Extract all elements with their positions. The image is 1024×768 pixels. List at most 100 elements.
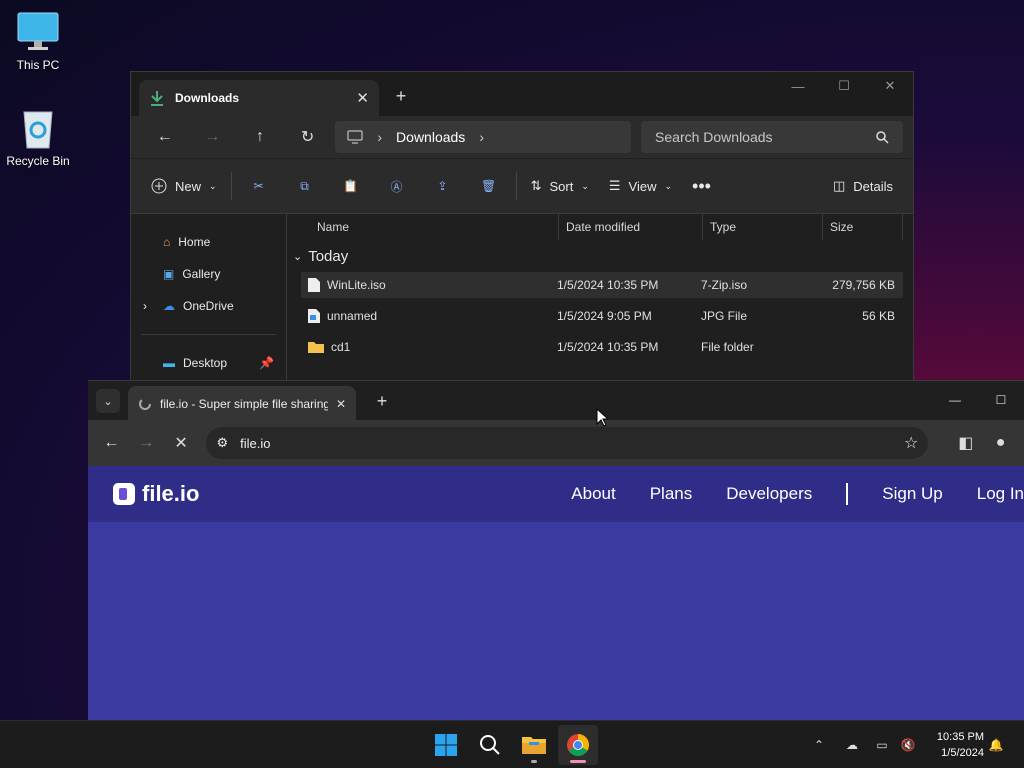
column-type[interactable]: Type bbox=[703, 214, 823, 240]
forward-button[interactable]: → bbox=[129, 425, 164, 461]
sidebar-item-home[interactable]: ⌂ Home bbox=[131, 226, 286, 258]
desktop-icon-recycle-bin[interactable]: Recycle Bin bbox=[0, 106, 76, 168]
file-row[interactable]: cd1 1/5/2024 10:35 PM File folder bbox=[301, 334, 903, 360]
notification-bell-icon[interactable]: 🔔 bbox=[986, 721, 1006, 768]
sidebar-item-desktop[interactable]: ▬ Desktop 📌 bbox=[131, 347, 286, 379]
file-row[interactable]: WinLite.iso 1/5/2024 10:35 PM 7-Zip.iso … bbox=[301, 272, 903, 298]
tab-search-button[interactable]: ⌄ bbox=[96, 389, 120, 413]
nav-link-plans[interactable]: Plans bbox=[650, 484, 693, 504]
chrome-window: ⌄ file.io - Super simple file sharing ✕ … bbox=[88, 380, 1024, 720]
chevron-right-icon[interactable]: › bbox=[479, 129, 484, 145]
view-list-icon: ☰ bbox=[608, 178, 621, 193]
new-label: New bbox=[175, 178, 202, 194]
nav-link-log-in[interactable]: Log In bbox=[977, 484, 1024, 504]
paste-icon[interactable]: 📋 bbox=[328, 170, 374, 202]
chevron-right-icon[interactable]: › bbox=[143, 299, 155, 313]
column-date-modified[interactable]: Date modified bbox=[559, 214, 703, 240]
cut-icon[interactable]: ✂ bbox=[236, 170, 282, 202]
delete-icon[interactable]: 🗑 bbox=[466, 170, 512, 202]
new-button[interactable]: New ⌄ bbox=[141, 170, 227, 202]
column-size[interactable]: Size bbox=[823, 214, 903, 240]
file-size: 56 KB bbox=[862, 309, 895, 323]
file-date: 1/5/2024 9:05 PM bbox=[557, 309, 652, 323]
chevron-down-icon: ⌄ bbox=[293, 250, 303, 263]
details-button[interactable]: ◫ Details bbox=[823, 170, 903, 202]
taskbar-chrome[interactable] bbox=[558, 725, 598, 765]
view-button[interactable]: ☰ View ⌄ bbox=[599, 170, 682, 202]
address-bar[interactable]: › Downloads › bbox=[335, 121, 632, 153]
view-label: View bbox=[628, 178, 657, 194]
volume-muted-icon[interactable]: 🔇 bbox=[898, 721, 918, 768]
nav-link-sign-up[interactable]: Sign Up bbox=[882, 484, 942, 504]
maximize-button[interactable]: ☐ bbox=[978, 387, 1024, 413]
fileio-logo[interactable]: file.io bbox=[112, 481, 199, 507]
sort-label: Sort bbox=[549, 178, 574, 194]
nav-link-developers[interactable]: Developers bbox=[726, 484, 812, 504]
forward-button[interactable]: → bbox=[189, 121, 237, 153]
desktop-icon-this-pc[interactable]: This PC bbox=[0, 10, 76, 72]
active-indicator bbox=[570, 760, 586, 763]
clock-time: 10:35 PM bbox=[936, 731, 984, 743]
file-type: 7-Zip.iso bbox=[701, 278, 748, 292]
file-name: cd1 bbox=[331, 340, 351, 354]
navigation-pane: ⌂ Home ▣ Gallery › ☁ OneDrive ▬ Desktop … bbox=[131, 214, 287, 390]
minimize-button[interactable]: — bbox=[775, 72, 821, 100]
system-clock[interactable]: 10:35 PM 1/5/2024 bbox=[924, 729, 984, 761]
maximize-button[interactable]: ☐ bbox=[821, 72, 867, 100]
up-button[interactable]: ↑ bbox=[236, 121, 284, 153]
sort-button[interactable]: ⇅ Sort ⌄ bbox=[521, 170, 599, 202]
stop-loading-button[interactable]: ✕ bbox=[164, 425, 199, 461]
fileio-logo-icon bbox=[112, 482, 136, 506]
pin-icon[interactable]: 📌 bbox=[259, 356, 274, 370]
close-button[interactable]: ✕ bbox=[867, 72, 913, 100]
windows-logo-icon bbox=[434, 733, 458, 757]
new-tab-button[interactable]: + bbox=[370, 389, 394, 413]
image-file-icon bbox=[307, 308, 321, 324]
profile-icon[interactable]: ● bbox=[983, 425, 1018, 461]
file-row[interactable]: unnamed 1/5/2024 9:05 PM JPG File 56 KB bbox=[301, 303, 903, 329]
taskbar-file-explorer[interactable] bbox=[514, 725, 554, 765]
copy-icon[interactable]: ⧉ bbox=[282, 170, 328, 202]
address-bar[interactable]: ⚙ file.io ☆ bbox=[206, 427, 929, 459]
new-tab-button[interactable]: + bbox=[389, 84, 413, 108]
sidebar-item-label: OneDrive bbox=[183, 299, 234, 313]
back-button[interactable]: ← bbox=[141, 121, 189, 153]
show-hidden-icons-button[interactable]: ⌃ bbox=[808, 721, 830, 768]
download-icon bbox=[149, 90, 165, 106]
onedrive-offline-icon[interactable]: ☁ bbox=[840, 721, 864, 768]
side-panel-icon[interactable]: ◧ bbox=[948, 425, 983, 461]
breadcrumb-downloads[interactable]: Downloads bbox=[396, 129, 465, 145]
nav-link-about[interactable]: About bbox=[571, 484, 615, 504]
folder-icon bbox=[521, 734, 547, 756]
refresh-button[interactable]: ↻ bbox=[284, 121, 332, 153]
chevron-right-icon: › bbox=[377, 129, 383, 145]
file-type: File folder bbox=[701, 340, 754, 354]
file-size: 279,756 KB bbox=[832, 278, 895, 292]
explorer-tab[interactable]: Downloads ✕ bbox=[139, 80, 379, 116]
sidebar-item-onedrive[interactable]: › ☁ OneDrive bbox=[131, 290, 286, 322]
nav-divider bbox=[846, 483, 849, 505]
column-name[interactable]: Name bbox=[287, 214, 559, 240]
site-info-icon[interactable]: ⚙ bbox=[216, 435, 228, 451]
monitor-icon bbox=[347, 130, 363, 144]
group-header-today[interactable]: ⌄ Today bbox=[287, 240, 913, 272]
minimize-button[interactable]: — bbox=[932, 387, 978, 413]
taskbar-search-button[interactable] bbox=[470, 725, 510, 765]
back-button[interactable]: ← bbox=[94, 425, 129, 461]
sidebar-item-gallery[interactable]: ▣ Gallery bbox=[131, 258, 286, 290]
search-input[interactable]: Search Downloads bbox=[641, 121, 904, 153]
close-icon[interactable]: ✕ bbox=[336, 397, 346, 411]
chevron-down-icon: ⌄ bbox=[581, 180, 589, 191]
bookmark-star-icon[interactable]: ☆ bbox=[904, 433, 918, 453]
start-button[interactable] bbox=[426, 725, 466, 765]
close-icon[interactable]: ✕ bbox=[356, 89, 369, 107]
desktop-icon-label: This PC bbox=[16, 58, 60, 72]
share-icon[interactable]: ⇪ bbox=[420, 170, 466, 202]
details-label: Details bbox=[853, 178, 893, 194]
network-icon[interactable]: ▭ bbox=[872, 721, 892, 768]
chevron-down-icon: ⌄ bbox=[664, 180, 673, 191]
more-options-button[interactable]: ••• bbox=[682, 170, 721, 202]
sidebar-item-label: Desktop bbox=[183, 356, 228, 370]
chrome-tab[interactable]: file.io - Super simple file sharing ✕ bbox=[128, 386, 356, 421]
rename-icon[interactable]: Ⓐ bbox=[374, 170, 420, 202]
